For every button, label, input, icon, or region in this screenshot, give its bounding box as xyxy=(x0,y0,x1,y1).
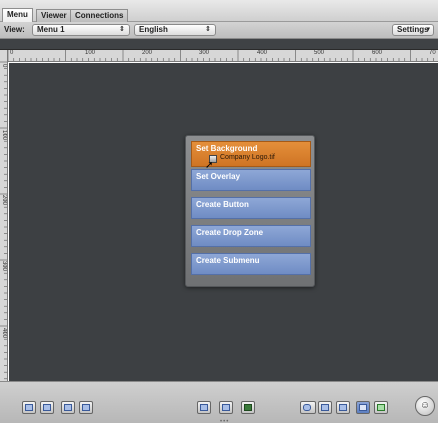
tab-bar: Menu Viewer Connections xyxy=(0,0,438,23)
toolbar: View: Menu 1 ⇕ English ⇕ Settings ▾ xyxy=(0,22,438,39)
menu-button-create-button[interactable]: Create Button xyxy=(191,197,311,219)
tab-menu[interactable]: Menu xyxy=(2,8,33,23)
align-icon[interactable] xyxy=(318,401,332,414)
person-icon[interactable]: ☺ xyxy=(415,396,435,416)
menu-button-label: Create Button xyxy=(196,200,249,209)
resize-grip-icon[interactable]: ••• xyxy=(220,419,229,423)
menu-panel[interactable]: Set Background Company Logo.tif ➚ Set Ov… xyxy=(185,135,315,287)
action-safe-icon[interactable] xyxy=(374,401,388,414)
ruler-tick-label: 600 xyxy=(372,50,383,56)
ruler-tick-label: 300 xyxy=(1,261,7,272)
menu-button-label: Set Overlay xyxy=(196,172,241,181)
add-submenu-icon[interactable] xyxy=(40,401,54,414)
menu-button-create-drop-zone[interactable]: Create Drop Zone xyxy=(191,225,311,247)
button-shape-icon[interactable] xyxy=(300,401,316,414)
ruler-tick-label: 70 xyxy=(429,50,436,56)
add-script-icon[interactable] xyxy=(219,401,233,414)
ruler-tick-label: 100 xyxy=(85,50,96,56)
ruler-tick-label: 200 xyxy=(1,195,7,206)
menu-button-set-overlay[interactable]: Set Overlay xyxy=(191,169,311,191)
tab-viewer[interactable]: Viewer xyxy=(36,9,72,22)
menu-select-value: Menu 1 xyxy=(37,25,65,34)
ruler-tick-label: 300 xyxy=(199,50,210,56)
ruler-tick-label: 0 xyxy=(1,64,7,68)
distribute-icon[interactable] xyxy=(336,401,350,414)
bottom-toolbar: ☺ ••• xyxy=(0,381,438,423)
horizontal-ruler: 0 100 200 300 400 500 600 70 xyxy=(8,50,438,62)
updown-arrow-icon: ⇕ xyxy=(205,26,211,33)
menu-button-set-background[interactable]: Set Background Company Logo.tif ➚ xyxy=(191,141,311,171)
ruler-tick-label: 400 xyxy=(257,50,268,56)
add-slideshow-icon[interactable] xyxy=(197,401,211,414)
settings-button-label: Settings xyxy=(397,25,429,34)
add-track-icon[interactable] xyxy=(79,401,93,414)
language-select[interactable]: English ⇕ xyxy=(134,24,216,36)
ruler-tick-label: 500 xyxy=(314,50,325,56)
tab-connections[interactable]: Connections xyxy=(70,9,129,22)
settings-button[interactable]: Settings ▾ xyxy=(392,24,434,36)
title-safe-icon[interactable] xyxy=(356,401,370,414)
add-menu-icon[interactable] xyxy=(22,401,36,414)
language-select-value: English xyxy=(139,25,168,34)
updown-arrow-icon: ⇕ xyxy=(119,26,125,33)
ruler-tick-label: 100 xyxy=(1,130,7,141)
ruler-tick-label: 0 xyxy=(10,50,14,56)
chevron-down-icon: ▾ xyxy=(426,26,430,33)
menu-select[interactable]: Menu 1 ⇕ xyxy=(32,24,130,36)
ruler-tick-label: 400 xyxy=(1,328,7,339)
view-label: View: xyxy=(4,25,25,34)
toolbar-separator-strip xyxy=(0,39,438,50)
ruler-tick-label: 200 xyxy=(142,50,153,56)
menu-button-label: Set Background xyxy=(196,144,258,153)
menu-button-label: Create Submenu xyxy=(196,256,260,265)
dragged-file-name: Company Logo.tif xyxy=(220,154,275,161)
vertical-ruler: 0 100 200 300 400 xyxy=(0,50,8,381)
add-layered-menu-icon[interactable] xyxy=(61,401,75,414)
menu-button-label: Create Drop Zone xyxy=(196,228,264,237)
menu-button-create-submenu[interactable]: Create Submenu xyxy=(191,253,311,275)
add-text-icon[interactable] xyxy=(241,401,255,414)
